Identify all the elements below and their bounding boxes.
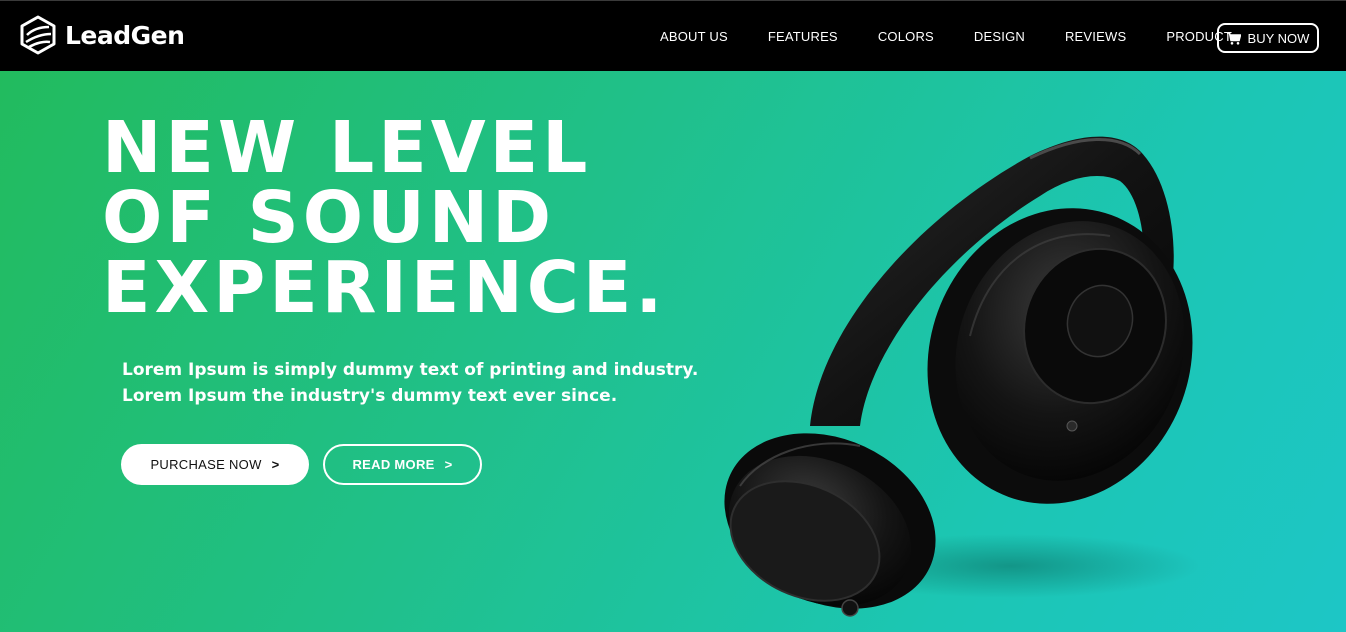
top-navbar: LeadGen ABOUT US FEATURES COLORS DESIGN …: [0, 0, 1346, 71]
nav-link-features[interactable]: FEATURES: [748, 1, 858, 72]
nav-link-colors[interactable]: COLORS: [858, 1, 954, 72]
lead-line-1: Lorem Ipsum is simply dummy text of prin…: [122, 360, 699, 380]
chevron-right-icon: >: [444, 457, 453, 472]
purchase-now-label: PURCHASE NOW: [150, 457, 262, 472]
cart-icon: [1226, 31, 1241, 45]
headline-line-2: OF SOUND: [102, 176, 556, 259]
chevron-right-icon: >: [271, 457, 280, 472]
brand-name: LeadGen: [65, 20, 185, 50]
read-more-label: READ MORE: [352, 457, 435, 472]
buy-now-label: BUY NOW: [1247, 30, 1310, 46]
brand-logo[interactable]: LeadGen: [19, 15, 185, 55]
hexagon-logo-icon: [20, 15, 56, 55]
hero-section: NEW LEVEL OF SOUND EXPERIENCE. Lorem Ips…: [0, 71, 1346, 632]
nav-link-design[interactable]: DESIGN: [954, 1, 1045, 72]
hero-lead-text: Lorem Ipsum is simply dummy text of prin…: [122, 357, 698, 409]
nav-link-about-us[interactable]: ABOUT US: [640, 1, 748, 72]
read-more-button[interactable]: READ MORE >: [323, 444, 482, 485]
buy-now-button[interactable]: BUY NOW: [1217, 23, 1319, 53]
main-nav: ABOUT US FEATURES COLORS DESIGN REVIEWS …: [640, 1, 1252, 72]
hero-headline: NEW LEVEL OF SOUND EXPERIENCE.: [102, 106, 667, 329]
nav-link-reviews[interactable]: REVIEWS: [1045, 1, 1146, 72]
headline-line-1: NEW LEVEL: [102, 106, 592, 189]
headphones-image: [724, 136, 1200, 617]
headline-line-3: EXPERIENCE.: [102, 246, 667, 329]
purchase-now-button[interactable]: PURCHASE NOW >: [121, 444, 309, 485]
lead-line-2: Lorem Ipsum the industry's dummy text ev…: [122, 386, 618, 406]
